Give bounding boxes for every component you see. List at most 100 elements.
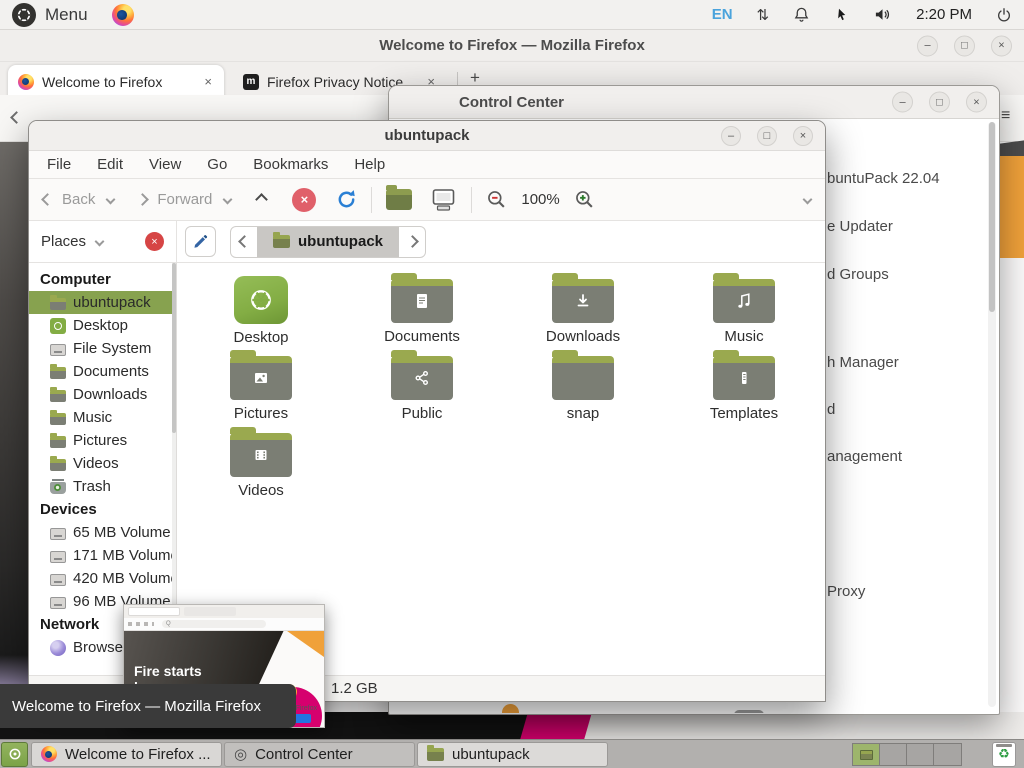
- keyboard-layout-indicator[interactable]: EN: [712, 6, 733, 23]
- notifications-bell-icon[interactable]: [793, 6, 810, 23]
- control-center-item-proxy[interactable]: Proxy: [827, 583, 865, 601]
- sidebar-item-171-mb-volume[interactable]: 171 MB Volume: [29, 544, 176, 567]
- minimize-button[interactable]: –: [892, 91, 913, 113]
- back-icon[interactable]: [10, 111, 23, 124]
- scrollbar[interactable]: [988, 122, 996, 707]
- trash-icon: [50, 479, 66, 494]
- minimize-button[interactable]: –: [917, 35, 938, 56]
- control-center-item-anagement[interactable]: anagement: [827, 448, 902, 466]
- forward-history-dropdown-icon[interactable]: [222, 194, 233, 205]
- close-side-pane-icon[interactable]: ×: [145, 232, 164, 251]
- location-bar: Places × ubuntupack: [29, 221, 825, 263]
- tab-welcome-to-firefox[interactable]: Welcome to Firefox ×: [8, 65, 224, 98]
- file-snap[interactable]: snap: [523, 348, 643, 422]
- control-center-titlebar[interactable]: Control Center – □ ×: [389, 86, 999, 119]
- maximize-button[interactable]: □: [954, 35, 975, 56]
- input-switch-icon[interactable]: ⇅: [757, 6, 770, 24]
- menu-edit[interactable]: Edit: [97, 156, 123, 173]
- maximize-button[interactable]: □: [929, 91, 950, 113]
- sidebar-item-label: 171 MB Volume: [73, 547, 177, 564]
- file-documents[interactable]: Documents: [362, 271, 482, 345]
- folder-icon: [50, 433, 66, 448]
- scrollbar-thumb[interactable]: [989, 122, 995, 312]
- back-icon[interactable]: [41, 193, 54, 206]
- trash-applet-icon[interactable]: ♻: [992, 741, 1016, 767]
- close-button[interactable]: ×: [793, 125, 813, 146]
- file-music[interactable]: Music: [684, 271, 804, 345]
- close-button[interactable]: ×: [966, 91, 987, 113]
- zoom-out-icon[interactable]: [486, 189, 507, 210]
- file-public[interactable]: Public: [362, 348, 482, 422]
- sidebar-item-file-system[interactable]: File System: [29, 337, 176, 360]
- forward-icon[interactable]: [136, 193, 150, 206]
- drive-icon: [50, 574, 66, 586]
- breadcrumb-current[interactable]: ubuntupack: [257, 226, 399, 257]
- file-downloads[interactable]: Downloads: [523, 271, 643, 345]
- menu-go[interactable]: Go: [207, 156, 227, 173]
- sidebar-item-videos[interactable]: Videos: [29, 452, 176, 475]
- show-desktop-button[interactable]: [1, 741, 28, 767]
- workspace-1[interactable]: [853, 743, 880, 765]
- sidebar-item-trash[interactable]: Trash: [29, 475, 176, 498]
- file-templates[interactable]: Templates: [684, 348, 804, 422]
- sidebar-item-pictures[interactable]: Pictures: [29, 429, 176, 452]
- control-center-item-d-groups[interactable]: d Groups: [827, 266, 889, 284]
- power-icon[interactable]: [996, 7, 1012, 23]
- sidebar-item-65-mb-volume[interactable]: 65 MB Volume: [29, 521, 176, 544]
- file-videos[interactable]: Videos: [201, 425, 321, 499]
- workspace-4[interactable]: [934, 743, 961, 765]
- maximize-button[interactable]: □: [757, 125, 777, 146]
- file-manager-titlebar[interactable]: ubuntupack – □ ×: [29, 121, 825, 151]
- file-pictures[interactable]: Pictures: [201, 348, 321, 422]
- menu-button[interactable]: Menu: [6, 1, 94, 29]
- workspace-2[interactable]: [880, 743, 907, 765]
- breadcrumb-back-icon[interactable]: [231, 227, 257, 257]
- sidebar-item-downloads[interactable]: Downloads: [29, 383, 176, 406]
- control-center-item-d[interactable]: d: [827, 401, 835, 419]
- stop-icon[interactable]: ×: [292, 187, 317, 212]
- firefox-titlebar[interactable]: Welcome to Firefox — Mozilla Firefox – □…: [0, 30, 1024, 62]
- hamburger-menu-icon[interactable]: ≡: [1001, 107, 1010, 125]
- computer-icon[interactable]: [430, 188, 457, 212]
- sidebar-item-ubuntupack[interactable]: ubuntupack: [29, 291, 176, 314]
- control-center-item-h-manager[interactable]: h Manager: [827, 354, 899, 372]
- menu-view[interactable]: View: [149, 156, 181, 173]
- back-history-dropdown-icon[interactable]: [105, 194, 116, 205]
- clock[interactable]: 2:20 PM: [916, 6, 972, 23]
- home-folder-icon[interactable]: [386, 185, 413, 210]
- firefox-launcher-icon[interactable]: [111, 3, 134, 26]
- menu-bookmarks[interactable]: Bookmarks: [253, 156, 328, 173]
- minimize-button[interactable]: –: [721, 125, 741, 146]
- sidebar-item-420-mb-volume[interactable]: 420 MB Volume: [29, 567, 176, 590]
- control-center-item-e-updater[interactable]: e Updater: [827, 218, 893, 236]
- refresh-icon[interactable]: [336, 189, 357, 210]
- places-dropdown[interactable]: Places: [41, 233, 86, 250]
- taskbar-button-ubuntupack[interactable]: ubuntupack: [417, 741, 608, 767]
- taskbar-button-control-center[interactable]: ◎ Control Center: [224, 741, 415, 767]
- sidebar-item-documents[interactable]: Documents: [29, 360, 176, 383]
- edit-location-button[interactable]: [185, 226, 216, 257]
- window-miniature: [860, 749, 873, 760]
- menu-file[interactable]: File: [47, 156, 71, 173]
- control-center-item-buntupack-22-04[interactable]: buntuPack 22.04: [827, 170, 940, 188]
- workspace-3[interactable]: [907, 743, 934, 765]
- menu-help[interactable]: Help: [354, 156, 385, 173]
- sidebar-item-music[interactable]: Music: [29, 406, 176, 429]
- sidebar-item-label: Trash: [73, 478, 111, 495]
- breadcrumb-forward-icon[interactable]: [399, 227, 425, 257]
- zoom-in-icon[interactable]: [574, 189, 595, 210]
- file-desktop[interactable]: Desktop: [201, 271, 321, 346]
- taskbar-button-firefox[interactable]: Welcome to Firefox ...: [31, 741, 222, 767]
- pointer-icon[interactable]: [834, 7, 849, 23]
- forward-button[interactable]: Forward: [157, 191, 212, 208]
- tab-close-icon[interactable]: ×: [202, 74, 214, 89]
- back-button[interactable]: Back: [62, 191, 95, 208]
- up-icon[interactable]: [255, 193, 269, 206]
- scrollbar-thumb[interactable]: [172, 263, 176, 433]
- close-button[interactable]: ×: [991, 35, 1012, 56]
- volume-icon[interactable]: [873, 6, 892, 23]
- sidebar-item-desktop[interactable]: Desktop: [29, 314, 176, 337]
- toolbar-overflow-icon[interactable]: [802, 194, 813, 205]
- places-dropdown-icon[interactable]: [94, 236, 105, 247]
- orange-icon-fragment: [502, 704, 519, 713]
